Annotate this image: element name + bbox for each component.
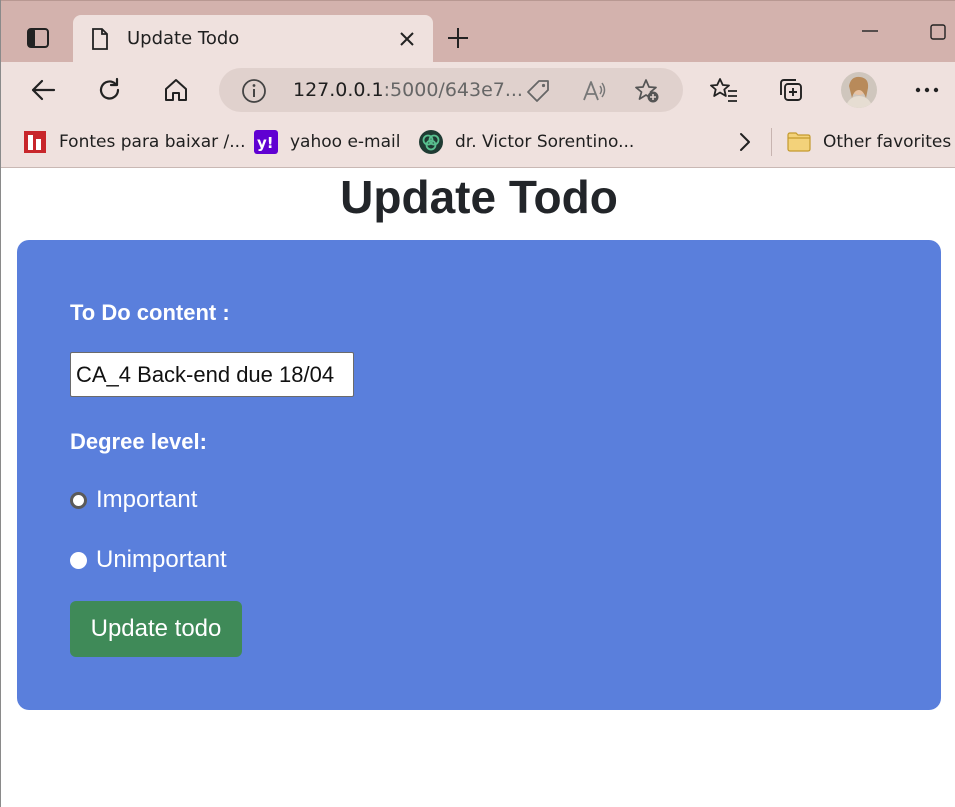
back-arrow-icon <box>31 79 56 101</box>
page-title: Update Todo <box>340 171 618 223</box>
new-tab-button[interactable] <box>441 21 475 55</box>
tab-close-button[interactable] <box>395 27 419 51</box>
collections-button[interactable] <box>769 68 813 112</box>
favorite-label: dr. Victor Sorentino... <box>455 132 635 152</box>
folder-icon <box>787 132 811 152</box>
collections-icon <box>780 79 802 101</box>
radio-button-important[interactable] <box>70 491 87 509</box>
more-dots-icon <box>915 87 939 93</box>
radio-button-unimportant[interactable] <box>70 551 87 569</box>
read-aloud-icon[interactable] <box>581 78 607 104</box>
radio-unimportant[interactable]: Unimportant <box>70 546 227 574</box>
favorite-sorentino[interactable]: dr. Victor Sorentino... <box>419 129 634 155</box>
tab-actions-button[interactable] <box>17 17 59 59</box>
site-info-icon[interactable] <box>241 78 267 104</box>
tab-actions-icon <box>27 28 49 48</box>
yahoo-favicon: y! <box>254 130 278 154</box>
refresh-icon <box>99 77 120 100</box>
minimize-button[interactable] <box>853 19 887 43</box>
content-label: To Do content : <box>70 300 230 325</box>
update-todo-button[interactable]: Update todo <box>70 601 242 657</box>
browser-toolbar: 127.0.0.1:5000/643e7... <box>1 62 955 118</box>
close-icon <box>400 32 414 46</box>
more-favorites-button[interactable] <box>733 130 757 154</box>
update-todo-form: To Do content : CA_4 Back-end due 18/04 … <box>17 240 941 710</box>
favorites-list-icon <box>710 78 737 102</box>
address-path: :5000/643e7... <box>383 79 523 101</box>
radio-important[interactable]: Important <box>70 486 197 514</box>
favorite-label: Fontes para baixar /... <box>59 132 246 152</box>
minimize-icon <box>862 30 878 32</box>
browser-window: Update Todo 127.0.0.1:5000/643e7... Font… <box>0 0 955 807</box>
maximize-button[interactable] <box>923 19 953 45</box>
page-content: Update Todo To Do content : CA_4 Back-en… <box>2 168 955 807</box>
favorites-divider <box>771 128 772 156</box>
todo-content-input[interactable]: CA_4 Back-end due 18/04 <box>70 352 354 397</box>
chevron-right-icon <box>740 133 750 151</box>
favorite-fontes[interactable]: Fontes para baixar /... <box>23 129 246 155</box>
settings-more-button[interactable] <box>905 68 949 112</box>
add-favorite-icon[interactable] <box>634 78 660 104</box>
other-favorites-folder[interactable]: Other favorites <box>787 129 951 155</box>
favorites-bar: Fontes para baixar /... y! yahoo e-mail … <box>1 118 955 168</box>
radio-label-important: Important <box>96 486 198 513</box>
other-favorites-label: Other favorites <box>823 132 952 152</box>
back-button[interactable] <box>21 68 65 112</box>
profile-button[interactable] <box>837 68 881 112</box>
tab-title: Update Todo <box>127 28 240 49</box>
plus-icon <box>448 28 468 48</box>
sorentino-favicon <box>419 130 443 154</box>
radio-label-unimportant: Unimportant <box>96 546 227 573</box>
favorites-button[interactable] <box>702 68 746 112</box>
page-icon <box>92 28 108 50</box>
refresh-button[interactable] <box>88 68 132 112</box>
fontes-favicon <box>24 131 46 153</box>
favorite-label: yahoo e-mail <box>290 132 401 152</box>
degree-label: Degree level: <box>70 429 207 454</box>
tab-strip: Update Todo <box>1 0 955 63</box>
tab-update-todo[interactable]: Update Todo <box>73 15 433 63</box>
address-text[interactable]: 127.0.0.1:5000/643e7... <box>293 79 523 101</box>
price-tag-icon[interactable] <box>525 78 551 104</box>
maximize-icon <box>930 24 946 40</box>
favorite-yahoo[interactable]: y! yahoo e-mail <box>254 129 400 155</box>
home-button[interactable] <box>154 68 198 112</box>
svg-text:y!: y! <box>257 134 274 152</box>
avatar <box>841 72 877 108</box>
address-bar[interactable]: 127.0.0.1:5000/643e7... <box>219 68 683 112</box>
home-icon <box>165 79 187 101</box>
address-host: 127.0.0.1 <box>293 79 384 101</box>
